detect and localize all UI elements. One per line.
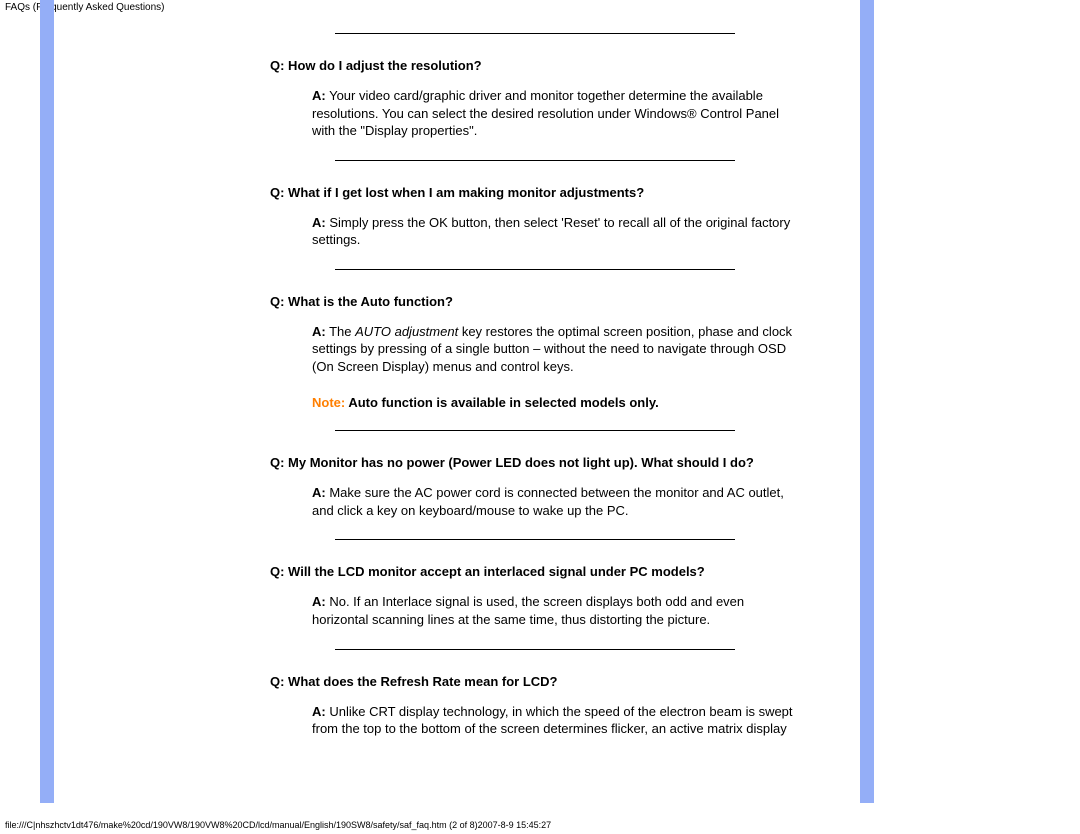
faq-answer: A: Make sure the AC power cord is connec… [312, 484, 800, 519]
faq-item: Q: What does the Refresh Rate mean for L… [270, 674, 800, 738]
faq-item: Q: What if I get lost when I am making m… [270, 185, 800, 249]
note-text: Auto function is available in selected m… [345, 395, 659, 410]
divider [335, 430, 735, 431]
faq-question: Q: What does the Refresh Rate mean for L… [270, 674, 800, 689]
answer-italic: AUTO adjustment [355, 324, 458, 339]
faq-question: Q: My Monitor has no power (Power LED do… [270, 455, 800, 470]
decor-bar-right [860, 0, 874, 803]
divider [335, 539, 735, 540]
faq-question: Q: What if I get lost when I am making m… [270, 185, 800, 200]
faq-answer: A: No. If an Interlace signal is used, t… [312, 593, 800, 628]
answer-text: Unlike CRT display technology, in which … [312, 704, 793, 737]
answer-text: Simply press the OK button, then select … [312, 215, 790, 248]
answer-text: Your video card/graphic driver and monit… [312, 88, 779, 138]
answer-label: A: [312, 88, 326, 103]
faq-question: Q: Will the LCD monitor accept an interl… [270, 564, 800, 579]
page-footer: file:///C|nhszhctv1dt476/make%20cd/190VW… [5, 820, 551, 830]
faq-item: Q: What is the Auto function? A: The AUT… [270, 294, 800, 411]
answer-text: Make sure the AC power cord is connected… [312, 485, 784, 518]
faq-item: Q: My Monitor has no power (Power LED do… [270, 455, 800, 519]
answer-label: A: [312, 485, 326, 500]
divider [335, 160, 735, 161]
faq-answer: A: Unlike CRT display technology, in whi… [312, 703, 800, 738]
faq-question: Q: How do I adjust the resolution? [270, 58, 800, 73]
page-header: FAQs (Frequently Asked Questions) [0, 0, 1080, 15]
answer-pre: The [326, 324, 355, 339]
answer-text: No. If an Interlace signal is used, the … [312, 594, 744, 627]
faq-answer: A: Your video card/graphic driver and mo… [312, 87, 800, 140]
divider [335, 33, 735, 34]
faq-answer: A: Simply press the OK button, then sele… [312, 214, 800, 249]
divider [335, 649, 735, 650]
faq-content: Q: How do I adjust the resolution? A: Yo… [270, 15, 800, 738]
answer-label: A: [312, 215, 326, 230]
faq-note: Note: Auto function is available in sele… [312, 395, 800, 410]
answer-label: A: [312, 594, 326, 609]
divider [335, 269, 735, 270]
faq-question: Q: What is the Auto function? [270, 294, 800, 309]
answer-label: A: [312, 704, 326, 719]
faq-item: Q: How do I adjust the resolution? A: Yo… [270, 58, 800, 140]
note-label: Note: [312, 395, 345, 410]
faq-answer: A: The AUTO adjustment key restores the … [312, 323, 800, 376]
decor-bar-left [40, 0, 54, 803]
faq-item: Q: Will the LCD monitor accept an interl… [270, 564, 800, 628]
answer-label: A: [312, 324, 326, 339]
